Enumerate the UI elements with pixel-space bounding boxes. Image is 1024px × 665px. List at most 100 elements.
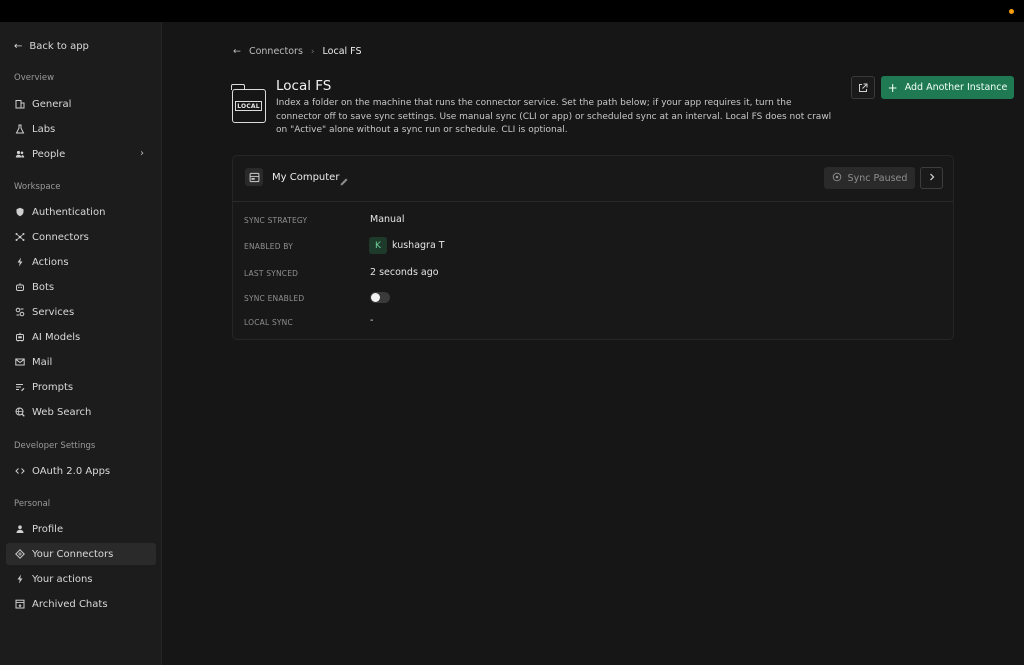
sidebar-item-label: Prompts [32, 381, 74, 393]
sidebar-item-label: Your actions [32, 573, 93, 585]
connectors-diamond-icon [15, 549, 25, 559]
status-dot [1009, 9, 1014, 14]
last-synced-value: 2 seconds ago [370, 267, 439, 278]
chevron-right-icon [928, 173, 936, 184]
local-folder-icon-label: LOCAL [235, 101, 262, 111]
instance-card-header: My Computer Sync Paused [233, 156, 953, 202]
sidebar-item-prompts[interactable]: Prompts [6, 376, 156, 398]
back-to-app-label: Back to app [29, 40, 89, 52]
sidebar-item-label: Services [32, 306, 75, 318]
back-to-app-link[interactable]: ← Back to app [14, 39, 89, 53]
sidebar-item-label: Archived Chats [32, 598, 108, 610]
shield-icon [15, 207, 25, 217]
add-another-instance-label: Add Another Instance [904, 82, 1008, 93]
bolt-icon [15, 257, 25, 267]
section-label-workspace: Workspace [14, 182, 61, 192]
breadcrumb: ← Connectors › Local FS [233, 46, 362, 57]
sidebar-item-services[interactable]: Services [6, 301, 156, 323]
page-description: Index a folder on the machine that runs … [276, 98, 832, 135]
sidebar-item-label: OAuth 2.0 Apps [32, 465, 111, 477]
mail-icon [15, 357, 25, 367]
sidebar-item-label: Labs [32, 123, 56, 135]
sidebar-item-label: Profile [32, 523, 64, 535]
sync-paused-label: Sync Paused [847, 172, 908, 184]
services-icon [15, 307, 25, 317]
sidebar-item-label: Authentication [32, 206, 106, 218]
sidebar-item-label: Bots [32, 281, 55, 293]
local-sync-value: - [370, 315, 374, 326]
sidebar-item-web-search[interactable]: Web Search [6, 401, 156, 423]
sidebar-item-label: People [32, 148, 66, 160]
sidebar-item-label: Connectors [32, 231, 89, 243]
sidebar-item-archived-chats[interactable]: Archived Chats [6, 593, 156, 615]
sidebar-item-oauth-apps[interactable]: OAuth 2.0 Apps [6, 460, 156, 482]
enabled-by-label: ENABLED BY [244, 242, 294, 251]
external-link-icon [858, 78, 868, 97]
local-folder-icon: LOCAL [231, 84, 266, 123]
window-top-bar [0, 0, 1024, 22]
building-icon [15, 99, 25, 109]
sync-paused-button[interactable]: Sync Paused [824, 167, 915, 189]
robot-icon [15, 332, 25, 342]
connectors-icon [15, 232, 25, 242]
enabled-by-value: kushagra T [392, 240, 445, 251]
prompt-icon [15, 382, 25, 392]
chevron-right-icon: › [140, 148, 144, 159]
sidebar-item-label: Web Search [32, 406, 92, 418]
sync-enabled-label: SYNC ENABLED [244, 294, 305, 303]
sync-strategy-label: SYNC STRATEGY [244, 216, 308, 225]
chevron-right-icon: › [310, 46, 315, 57]
globe-search-icon [15, 407, 25, 417]
user-icon [15, 524, 25, 534]
bot-icon [15, 282, 25, 292]
instance-details-button[interactable] [920, 167, 943, 189]
sidebar-item-authentication[interactable]: Authentication [6, 201, 156, 223]
sidebar: ← Back to app Overview General Labs Peop… [0, 22, 162, 665]
sidebar-item-label: AI Models [32, 331, 81, 343]
sidebar-item-label: Actions [32, 256, 69, 268]
breadcrumb-connectors-link[interactable]: Connectors [249, 46, 303, 57]
sidebar-item-label: General [32, 98, 72, 110]
sync-enabled-toggle[interactable] [370, 292, 390, 303]
section-label-overview: Overview [14, 73, 55, 83]
add-another-instance-button[interactable]: + Add Another Instance [881, 76, 1014, 99]
sync-strategy-value: Manual [370, 214, 405, 225]
users-icon [15, 149, 25, 159]
sidebar-item-label: Mail [32, 356, 53, 368]
main-content: ← Connectors › Local FS LOCAL Local FS I… [163, 22, 1024, 665]
instance-name: My Computer [272, 172, 340, 183]
sidebar-item-ai-models[interactable]: AI Models [6, 326, 156, 348]
sidebar-item-profile[interactable]: Profile [6, 518, 156, 540]
toggle-knob [371, 293, 380, 302]
sidebar-item-general[interactable]: General [6, 93, 156, 115]
sidebar-item-label: Your Connectors [32, 548, 114, 560]
archive-icon [15, 599, 25, 609]
sidebar-item-bots[interactable]: Bots [6, 276, 156, 298]
bolt-icon [15, 574, 25, 584]
section-label-personal: Personal [14, 499, 51, 509]
flask-icon [15, 124, 25, 134]
arrow-left-icon: ← [14, 40, 23, 52]
sidebar-item-connectors[interactable]: Connectors [6, 226, 156, 248]
sidebar-item-your-connectors[interactable]: Your Connectors [6, 543, 156, 565]
page-title: Local FS [276, 78, 332, 94]
open-external-button[interactable] [851, 76, 875, 99]
plus-icon: + [887, 80, 898, 95]
sidebar-item-labs[interactable]: Labs [6, 118, 156, 140]
sidebar-item-your-actions[interactable]: Your actions [6, 568, 156, 590]
breadcrumb-current: Local FS [322, 46, 362, 57]
pause-circle-icon [832, 172, 842, 185]
arrow-left-icon: ← [233, 46, 241, 57]
code-icon [15, 466, 25, 476]
sidebar-item-people[interactable]: People › [6, 143, 156, 165]
section-label-developer: Developer Settings [14, 441, 96, 451]
pencil-icon[interactable] [339, 172, 349, 191]
hard-drive-icon [245, 168, 263, 186]
last-synced-label: LAST SYNCED [244, 269, 299, 278]
sidebar-item-actions[interactable]: Actions [6, 251, 156, 273]
sidebar-item-mail[interactable]: Mail [6, 351, 156, 373]
avatar: K [369, 237, 387, 254]
instance-card: My Computer Sync Paused SYNC STRATEGY Ma… [232, 155, 954, 340]
local-sync-label: LOCAL SYNC [244, 318, 293, 327]
folder-tab [231, 84, 246, 90]
